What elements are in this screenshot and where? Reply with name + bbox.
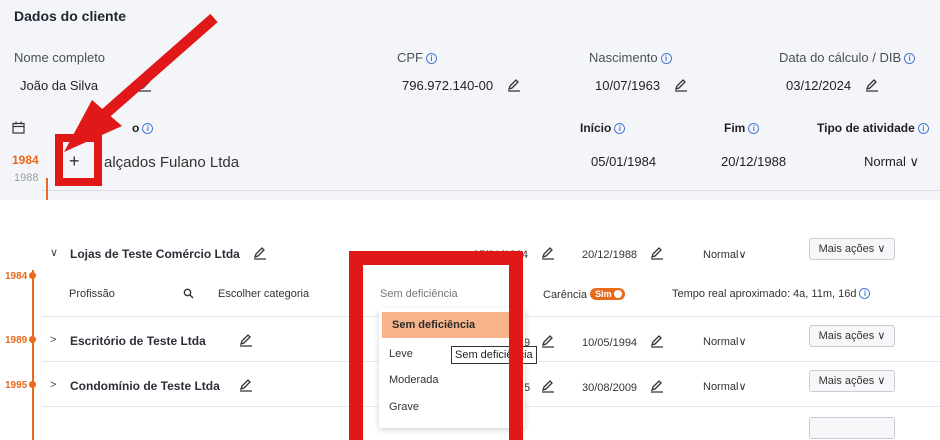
annotation-box-dropdown (349, 251, 523, 440)
annotation-box-add (55, 134, 102, 186)
